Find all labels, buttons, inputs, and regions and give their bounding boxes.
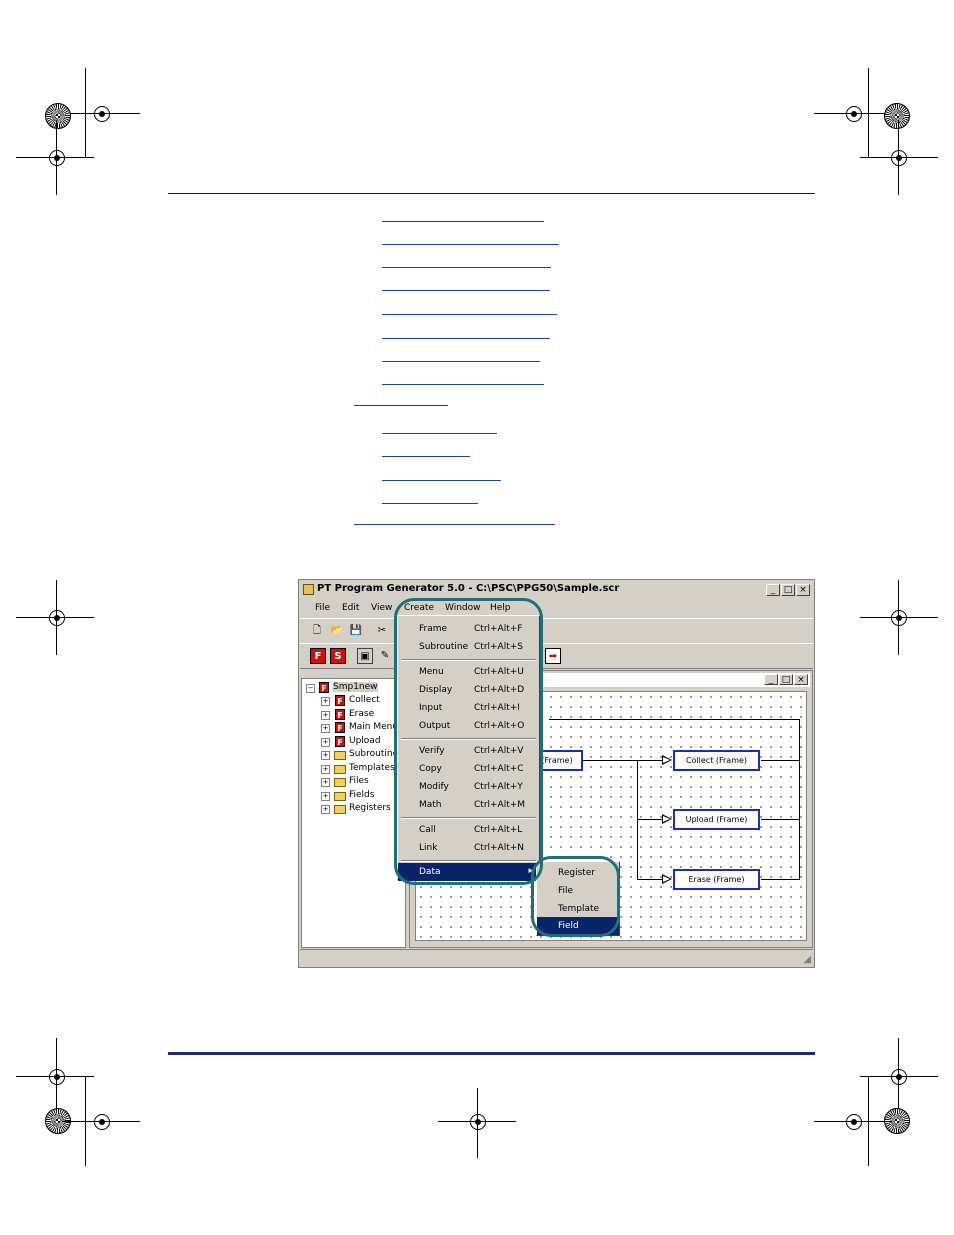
- menu-item-link[interactable]: Link Ctrl+Alt+N: [398, 839, 539, 857]
- child-minimize-button[interactable]: _: [764, 674, 778, 685]
- folder-icon: [334, 751, 346, 760]
- header-rule: [168, 193, 815, 194]
- submenu-item-field[interactable]: Field: [537, 917, 619, 935]
- toc-link[interactable]: [382, 433, 497, 434]
- toc-link[interactable]: [382, 290, 550, 291]
- app-icon: [303, 584, 314, 595]
- toc-link[interactable]: [382, 221, 544, 222]
- toc-link[interactable]: [382, 384, 544, 385]
- data-submenu: Register File Template Field: [536, 861, 620, 936]
- minimize-button[interactable]: _: [766, 584, 780, 596]
- menu-file[interactable]: File: [315, 603, 330, 613]
- toolbar-objects: F S ▣ ✎ ➡: [300, 643, 813, 669]
- menu-item-frame[interactable]: Frame Ctrl+Alt+F: [398, 620, 539, 638]
- diagram-node-collect[interactable]: Collect (Frame): [673, 750, 760, 771]
- frame-icon: F: [335, 722, 345, 733]
- menu-item-output[interactable]: Output Ctrl+Alt+O: [398, 717, 539, 735]
- folder-icon: [334, 805, 346, 814]
- input-tool-icon[interactable]: ✎: [377, 648, 393, 664]
- arrow-icon: [662, 814, 672, 824]
- arrow-icon: [662, 874, 672, 884]
- status-bar: ◢: [300, 949, 813, 966]
- submenu-item-file[interactable]: File: [537, 882, 619, 900]
- frame-tool-icon[interactable]: F: [310, 648, 326, 664]
- menu-item-display[interactable]: Display Ctrl+Alt+D: [398, 681, 539, 699]
- menu-edit[interactable]: Edit: [342, 603, 359, 613]
- diagram-node-upload[interactable]: Upload (Frame): [673, 809, 760, 830]
- frame-icon: F: [335, 695, 345, 706]
- menu-item-math[interactable]: Math Ctrl+Alt+M: [398, 796, 539, 814]
- submenu-arrow-icon: ▸: [528, 866, 533, 876]
- menu-window[interactable]: Window: [445, 603, 481, 613]
- menu-item-verify[interactable]: Verify Ctrl+Alt+V: [398, 742, 539, 760]
- frame-icon: F: [319, 682, 329, 693]
- child-close-button[interactable]: ×: [794, 674, 808, 685]
- submenu-item-register[interactable]: Register: [537, 864, 619, 882]
- open-icon[interactable]: 📂: [329, 623, 345, 639]
- toolbar-standard: 🗋 📂 💾 ✂: [300, 618, 813, 644]
- resize-grip-icon[interactable]: ◢: [803, 954, 811, 965]
- arrow-icon: [662, 755, 672, 765]
- footer-rule: [168, 1052, 815, 1055]
- title-bar: PT Program Generator 5.0 - C:\PSC\PPG50\…: [300, 581, 813, 599]
- menu-create[interactable]: Create: [404, 603, 434, 613]
- menu-help[interactable]: Help: [490, 603, 511, 613]
- toc-link[interactable]: [382, 361, 540, 362]
- toc-link[interactable]: [382, 456, 470, 457]
- window-title: PT Program Generator 5.0 - C:\PSC\PPG50\…: [317, 583, 620, 594]
- toc-link[interactable]: [382, 267, 551, 268]
- toc-link[interactable]: [354, 405, 448, 406]
- menu-item-modify[interactable]: Modify Ctrl+Alt+Y: [398, 778, 539, 796]
- toc-link[interactable]: [354, 524, 555, 525]
- close-button[interactable]: ×: [796, 584, 810, 596]
- diagram-node-erase[interactable]: Erase (Frame): [673, 869, 760, 890]
- toc-link[interactable]: [382, 480, 501, 481]
- menu-item-input[interactable]: Input Ctrl+Alt+I: [398, 699, 539, 717]
- new-icon[interactable]: 🗋: [309, 623, 325, 639]
- submenu-item-template[interactable]: Template: [537, 900, 619, 918]
- menu-bar: File Edit View Create Window Help: [300, 601, 813, 617]
- menu-item-call[interactable]: Call Ctrl+Alt+L: [398, 821, 539, 839]
- folder-icon: [334, 792, 346, 801]
- toc-link[interactable]: [382, 244, 559, 245]
- menu-item-menu[interactable]: Menu Ctrl+Alt+U: [398, 663, 539, 681]
- maximize-button[interactable]: □: [781, 584, 795, 596]
- toc-link[interactable]: [382, 314, 557, 315]
- menu-item-data[interactable]: Data ▸: [398, 863, 539, 881]
- save-icon[interactable]: 💾: [348, 623, 364, 639]
- toc-link[interactable]: [382, 338, 550, 339]
- child-maximize-button[interactable]: □: [779, 674, 793, 685]
- create-menu: Frame Ctrl+Alt+F Subroutine Ctrl+Alt+S Men…: [397, 615, 540, 881]
- cut-icon[interactable]: ✂: [374, 623, 390, 639]
- menu-item-subroutine[interactable]: Subroutine Ctrl+Alt+S: [398, 638, 539, 656]
- menu-view[interactable]: View: [371, 603, 392, 613]
- subroutine-tool-icon[interactable]: S: [330, 648, 346, 664]
- menu-item-copy[interactable]: Copy Ctrl+Alt+C: [398, 760, 539, 778]
- folder-icon: [334, 765, 346, 774]
- toc-link[interactable]: [382, 503, 478, 504]
- frame-icon: F: [335, 709, 345, 720]
- frame-icon: F: [335, 736, 345, 747]
- display-tool-icon[interactable]: ▣: [357, 648, 373, 664]
- project-tree: − F Smp1new + F Collect + F Erase + F Ma…: [301, 678, 406, 948]
- link-tool-icon[interactable]: ➡: [545, 648, 561, 664]
- folder-icon: [334, 778, 346, 787]
